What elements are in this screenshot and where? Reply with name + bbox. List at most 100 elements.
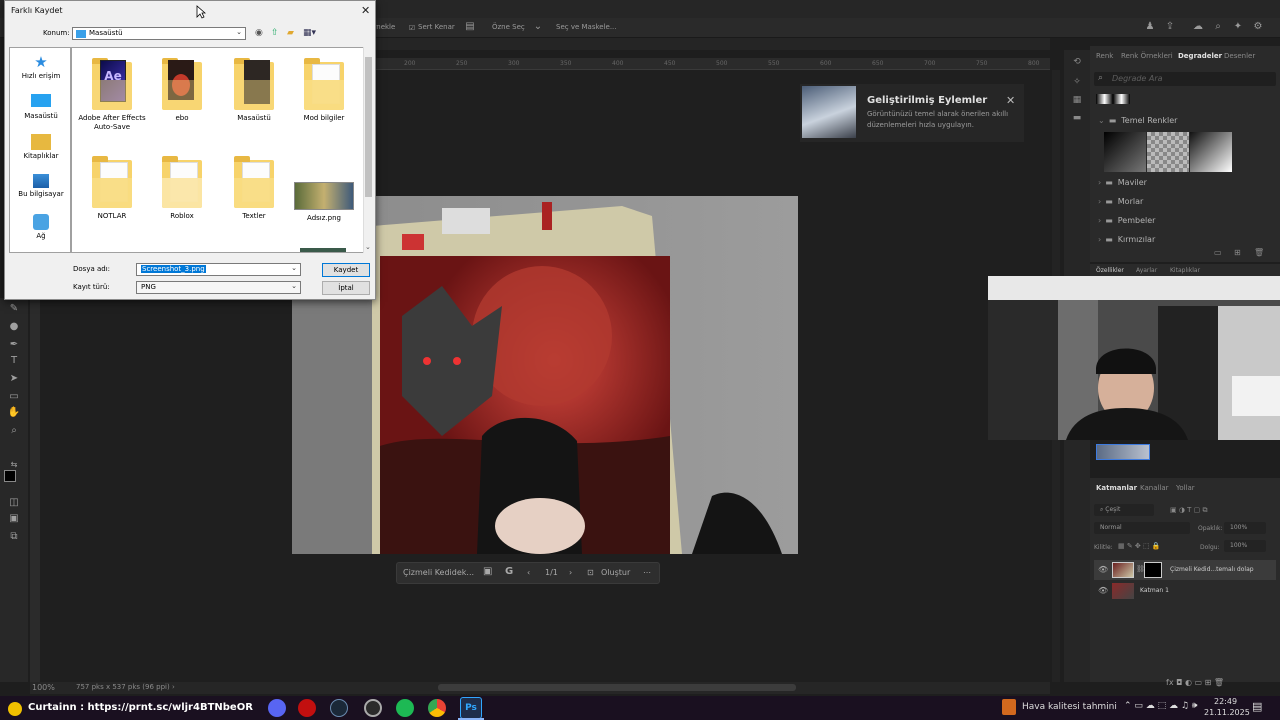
layers-stack-icon[interactable]: ▦ <box>1071 94 1083 106</box>
tab-paths[interactable]: Yollar <box>1176 484 1195 492</box>
eye-icon[interactable]: 👁 <box>1098 586 1108 595</box>
screen-mode-icon[interactable]: ▣ <box>7 512 21 526</box>
gear-icon[interactable]: ⚙ <box>1252 21 1264 33</box>
location-select[interactable]: Masaüstü ⌄ <box>72 27 246 40</box>
chevron-left-icon[interactable]: ‹ <box>527 568 530 577</box>
clock-time[interactable]: 22:49 <box>1214 697 1237 706</box>
weather-icon[interactable] <box>1002 699 1016 715</box>
generate-icon[interactable]: G <box>505 566 513 577</box>
gradient-group-purples[interactable]: › ▬ Morlar <box>1098 197 1143 206</box>
lock-icons[interactable]: ▦ ✎ ✥ ⬚ 🔒 <box>1118 542 1161 550</box>
brush-settings-icon[interactable]: ▤ <box>464 21 476 33</box>
file-item[interactable]: Adsız.png <box>288 154 360 223</box>
hard-edge-option[interactable]: Sert Kenar <box>418 23 455 31</box>
opera-icon[interactable] <box>298 699 316 717</box>
create-button[interactable]: Oluştur <box>601 568 630 577</box>
chevron-right-icon[interactable]: › <box>569 568 572 577</box>
notification-icon[interactable]: ▤ <box>1252 700 1262 713</box>
up-folder-icon[interactable]: ⇧ <box>271 28 279 38</box>
gradient-group-reds[interactable]: › ▬ Kırmızılar <box>1098 235 1155 244</box>
chevron-right-icon[interactable]: › <box>172 683 175 691</box>
blur-tool-icon[interactable]: ● <box>7 320 21 334</box>
checkbox-icon[interactable]: ☑ <box>406 22 418 34</box>
add-icon[interactable]: ⊞ <box>1234 248 1241 257</box>
gradient-swatch[interactable] <box>1190 132 1232 172</box>
discord-icon[interactable] <box>268 699 286 717</box>
layer-kind-filter[interactable]: ⌕ Çeşit <box>1094 504 1154 516</box>
tab-channels[interactable]: Kanallar <box>1140 484 1169 492</box>
layer-row[interactable]: 👁 ⛓ Çizmeli Kedid...temalı dolap <box>1094 560 1276 580</box>
cloud-icon[interactable]: ☁ <box>1192 21 1204 33</box>
select-and-mask-button[interactable]: Seç ve Maskele... <box>556 23 617 31</box>
close-icon[interactable]: ✕ <box>1006 94 1015 107</box>
place-this-pc[interactable]: Bu bilgisayar <box>10 174 72 198</box>
comments-icon[interactable]: ▬ <box>1071 112 1083 124</box>
history-icon[interactable]: ⟲ <box>1071 56 1083 68</box>
chevron-down-icon[interactable]: ⌄ <box>532 21 544 33</box>
tab-properties[interactable]: Özellikler <box>1096 267 1124 274</box>
path-select-icon[interactable]: ➤ <box>7 372 21 386</box>
layer-mask-thumbnail[interactable] <box>1144 562 1162 578</box>
tab-color[interactable]: Renk <box>1096 52 1113 60</box>
photoshop-icon[interactable]: Ps <box>460 697 482 719</box>
lightbulb-icon[interactable]: ✦ <box>1232 21 1244 33</box>
clock-date[interactable]: 21.11.2025 <box>1204 708 1250 717</box>
eye-icon[interactable]: 👁 <box>1098 565 1108 574</box>
gradient-swatch[interactable] <box>1147 132 1189 172</box>
edit-toolbar-icon[interactable]: ⧉ <box>7 530 21 544</box>
file-item-partial[interactable] <box>300 248 346 252</box>
file-item[interactable]: NOTLAR <box>76 154 148 221</box>
file-item[interactable]: Textler <box>218 154 290 221</box>
layer-name[interactable]: Katman 1 <box>1140 587 1169 594</box>
layer-name[interactable]: Çizmeli Kedid...temalı dolap <box>1170 566 1254 573</box>
horizontal-scrollbar[interactable] <box>438 684 796 691</box>
zoom-level[interactable]: 100% <box>32 683 55 692</box>
layer-name-chip[interactable]: Çizmeli Kedidek... <box>403 568 474 577</box>
file-item[interactable]: Roblox <box>146 154 218 221</box>
file-list-scrollbar[interactable]: ⌄ <box>363 47 373 253</box>
gradient-presets-strip[interactable] <box>1096 94 1130 104</box>
place-libraries[interactable]: Kitaplıklar <box>10 134 72 160</box>
create-icon[interactable]: ⊡ <box>587 568 594 577</box>
opacity-field[interactable]: 100% <box>1224 522 1266 534</box>
place-desktop[interactable]: Masaüstü <box>10 94 72 120</box>
tab-patterns[interactable]: Desenler <box>1224 52 1255 60</box>
type-tool-icon[interactable]: T <box>7 354 21 368</box>
new-group-icon[interactable]: ▭ <box>1214 248 1222 257</box>
file-item[interactable]: Mod bilgiler <box>288 56 360 123</box>
new-folder-icon[interactable]: ▰ <box>287 28 294 38</box>
select-subject-button[interactable]: Özne Seç <box>492 23 525 31</box>
steam-icon[interactable] <box>330 699 348 717</box>
tray-icons[interactable]: ⌃ ▭ ☁ ⬚ ☁ ♫ 🕪 <box>1124 701 1197 711</box>
hand-tool-icon[interactable]: ✋ <box>7 406 21 420</box>
chrome-icon[interactable] <box>428 699 446 717</box>
quick-mask-icon[interactable]: ◫ <box>7 496 21 510</box>
pen-tool-icon[interactable]: ✒ <box>7 338 21 352</box>
file-item[interactable]: Ae Adobe After Effects Auto-Save <box>76 56 148 132</box>
filename-input[interactable]: Screenshot_3.png ⌄ <box>136 263 301 276</box>
file-item[interactable]: ebo <box>146 56 218 123</box>
filter-icons[interactable]: ▣ ◑ T ▢ ⧉ <box>1170 506 1208 515</box>
gradient-group-pinks[interactable]: › ▬ Pembeler <box>1098 216 1155 225</box>
cancel-button[interactable]: İptal <box>322 281 370 295</box>
close-icon[interactable]: ✕ <box>361 4 370 17</box>
brush-tool-icon[interactable]: ✎ <box>7 302 21 316</box>
tab-gradients[interactable]: Degradeler <box>1178 52 1222 60</box>
file-item[interactable]: Masaüstü <box>218 56 290 123</box>
place-quick-access[interactable]: ★ Hızlı erişim <box>10 54 72 80</box>
gradient-group-blues[interactable]: › ▬ Maviler <box>1098 178 1147 187</box>
filetype-select[interactable]: PNG ⌄ <box>136 281 301 294</box>
spotify-icon[interactable] <box>396 699 414 717</box>
fill-field[interactable]: 100% <box>1224 540 1266 552</box>
tab-libraries[interactable]: Kitaplıklar <box>1170 267 1200 274</box>
zoom-tool-icon[interactable]: ⌕ <box>7 424 21 438</box>
gradient-search[interactable]: ⌕ Degrade Ara <box>1094 72 1276 86</box>
layer-row[interactable]: 👁 Katman 1 <box>1094 581 1276 601</box>
adjustments-icon[interactable]: ✧ <box>1071 76 1083 88</box>
more-icon[interactable]: ⋯ <box>643 568 651 577</box>
save-button[interactable]: Kaydet <box>322 263 370 277</box>
layer-actions[interactable]: fx ◘ ◐ ▭ ⊞ 🗑 <box>1166 678 1224 687</box>
view-menu-icon[interactable]: ▦▾ <box>303 28 316 38</box>
tab-layers[interactable]: Katmanlar <box>1096 484 1137 492</box>
tab-swatches[interactable]: Renk Örnekleri <box>1121 52 1173 60</box>
